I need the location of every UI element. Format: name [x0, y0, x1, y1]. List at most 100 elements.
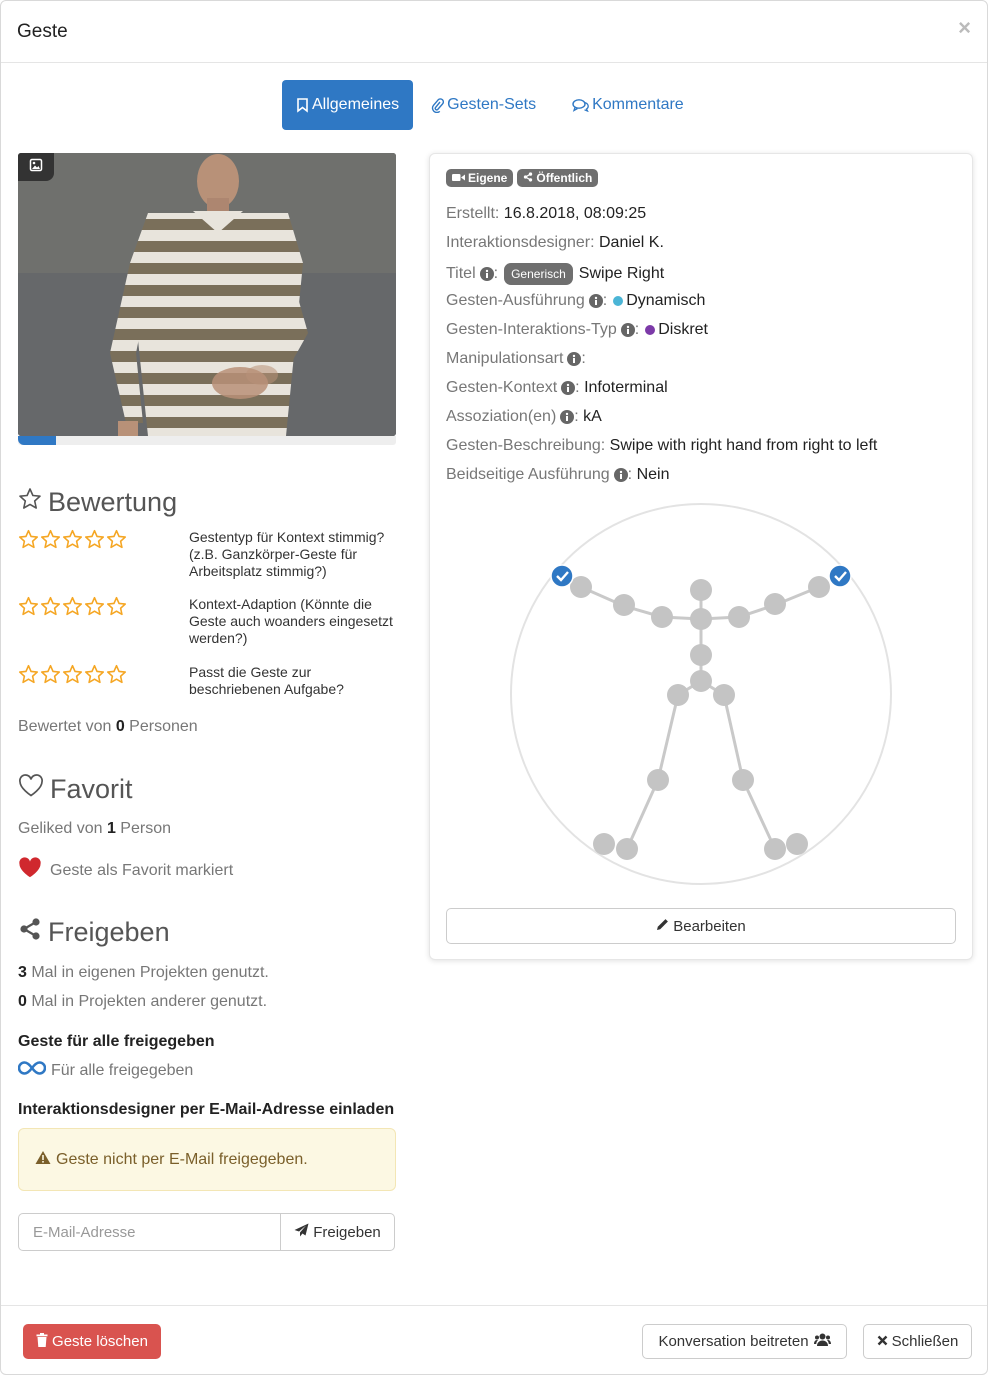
- star-rating[interactable]: [18, 596, 127, 617]
- invite-heading: Interaktionsdesigner per E-Mail-Adresse …: [18, 1101, 395, 1118]
- tab-label: Allgemeines: [312, 96, 400, 113]
- infinity-icon: [17, 1060, 47, 1081]
- star-outline-icon[interactable]: [62, 529, 83, 550]
- video-progress-bar[interactable]: [18, 436, 396, 445]
- email-invite-group: Freigeben: [18, 1213, 395, 1251]
- edit-button[interactable]: Bearbeiten: [446, 908, 956, 944]
- alert-text: Geste nicht per E-Mail freigegeben.: [56, 1150, 308, 1168]
- star-outline-icon[interactable]: [106, 529, 127, 550]
- context-row: Gesten-Kontext : Infoterminal: [446, 379, 668, 396]
- delete-gesture-label: Geste löschen: [52, 1333, 148, 1350]
- skeleton-joints: [570, 576, 830, 860]
- star-outline-icon[interactable]: [106, 664, 127, 685]
- star-outline-icon[interactable]: [40, 596, 61, 617]
- tab-label: Kommentare: [592, 96, 684, 113]
- shared-for-all-status: Für alle freigegeben: [17, 1060, 194, 1081]
- tab-label: Gesten-Sets: [447, 96, 537, 113]
- star-outline-icon[interactable]: [62, 596, 83, 617]
- other-usage-text: 0 Mal in Projekten anderer genutzt.: [18, 993, 267, 1011]
- description-label: Gesten-Beschreibung:: [446, 437, 606, 454]
- check-circle-icon[interactable]: [550, 564, 574, 588]
- join-conversation-label: Konversation beitreten: [658, 1333, 809, 1350]
- email-share-alert: Geste nicht per E-Mail freigegeben.: [18, 1128, 396, 1191]
- email-input[interactable]: [18, 1213, 281, 1251]
- close-button[interactable]: Schließen: [863, 1324, 972, 1359]
- context-label: Gesten-Kontext: [446, 379, 558, 396]
- generic-badge: Generisch: [504, 263, 573, 285]
- star-rating[interactable]: [18, 664, 127, 685]
- delete-gesture-button[interactable]: Geste löschen: [23, 1324, 161, 1359]
- info-icon[interactable]: [567, 352, 582, 366]
- designer-row: Interaktionsdesigner: Daniel K.: [446, 234, 664, 252]
- liked-count: 1: [106, 820, 116, 837]
- comments-icon: [572, 98, 589, 112]
- star-outline-icon[interactable]: [84, 596, 105, 617]
- rating-question: Gestentyp für Kontext stimmig? (z.B. Gan…: [189, 529, 385, 579]
- gesture-video[interactable]: [18, 153, 396, 436]
- rating-question: Kontext-Adaption (Könnte die Geste auch …: [189, 596, 393, 646]
- video-icon: [452, 171, 465, 185]
- star-outline-icon[interactable]: [18, 664, 39, 685]
- created-label: Erstellt:: [446, 205, 500, 222]
- designer-label: Interaktionsdesigner:: [446, 234, 595, 251]
- favorite-toggle[interactable]: Geste als Favorit markiert: [18, 857, 233, 884]
- pencil-icon: [656, 918, 669, 935]
- public-badge: Öffentlich: [517, 169, 599, 187]
- manipulation-row: Manipulationsart :: [446, 350, 586, 367]
- tab-gesture-sets[interactable]: Gesten-Sets: [417, 80, 550, 130]
- gesture-details-panel: Eigene Öffentlich Erstellt: 16.8.2018, 0…: [429, 153, 973, 960]
- join-conversation-button[interactable]: Konversation beitreten: [642, 1324, 847, 1359]
- share-email-button[interactable]: Freigeben: [281, 1213, 395, 1251]
- star-outline-icon[interactable]: [84, 664, 105, 685]
- rating-question: Passt die Geste zur beschriebenen Aufgab…: [189, 664, 344, 697]
- star-outline-icon[interactable]: [106, 596, 127, 617]
- users-icon: [813, 1333, 831, 1350]
- info-icon[interactable]: [620, 323, 635, 337]
- warning-icon: [35, 1150, 51, 1170]
- image-badge: [18, 153, 54, 181]
- own-badge: Eigene: [446, 169, 514, 187]
- association-row: Assoziation(en) : kA: [446, 408, 602, 425]
- title-label: Titel: [446, 265, 476, 282]
- tab-general[interactable]: Allgemeines: [282, 80, 414, 130]
- star-outline-icon[interactable]: [18, 596, 39, 617]
- rating-item: Kontext-Adaption (Könnte die Geste auch …: [18, 596, 398, 651]
- association-label: Assoziation(en): [446, 408, 557, 425]
- rated-by-text: Bewertet von 0 Personen: [18, 718, 198, 736]
- info-icon[interactable]: [613, 468, 628, 482]
- shared-for-all-label: Für alle freigegeben: [51, 1061, 194, 1079]
- designer-value: Daniel K.: [598, 234, 664, 251]
- star-outline-icon[interactable]: [40, 529, 61, 550]
- info-icon[interactable]: [588, 294, 603, 308]
- interaction-type-label: Gesten-Interaktions-Typ: [446, 321, 617, 338]
- info-icon[interactable]: [479, 267, 494, 281]
- tab-comments[interactable]: Kommentare: [558, 80, 698, 130]
- info-icon[interactable]: [561, 381, 576, 395]
- star-outline-icon[interactable]: [62, 664, 83, 685]
- info-icon[interactable]: [560, 410, 575, 424]
- share-icon: [18, 917, 42, 948]
- heart-outline-icon: [18, 774, 44, 805]
- paper-plane-icon: [294, 1223, 309, 1241]
- rating-heading: Bewertung: [18, 487, 177, 518]
- skeleton-boundary: [510, 503, 892, 885]
- execution-label: Gesten-Ausführung: [446, 292, 585, 309]
- image-icon: [29, 158, 43, 176]
- rating-heading-text: Bewertung: [48, 487, 178, 517]
- modal-header: Geste ×: [1, 1, 987, 63]
- tab-bar: Allgemeines Gesten-Sets Kommentare: [282, 80, 698, 130]
- paperclip-icon: [431, 97, 445, 113]
- video-progress-fill: [18, 436, 56, 445]
- star-outline-icon[interactable]: [18, 529, 39, 550]
- star-outline-icon[interactable]: [84, 529, 105, 550]
- close-icon[interactable]: ×: [958, 15, 971, 41]
- interaction-type-row: Gesten-Interaktions-Typ : Diskret: [446, 321, 708, 338]
- body-skeleton-diagram: [510, 503, 892, 885]
- rating-item: Passt die Geste zur beschriebenen Aufgab…: [18, 664, 398, 704]
- bookmark-icon: [296, 97, 309, 113]
- star-rating[interactable]: [18, 529, 127, 550]
- check-circle-icon[interactable]: [828, 564, 852, 588]
- share-heading: Freigeben: [18, 917, 170, 948]
- bilateral-label: Beidseitige Ausführung: [446, 466, 610, 483]
- star-outline-icon[interactable]: [40, 664, 61, 685]
